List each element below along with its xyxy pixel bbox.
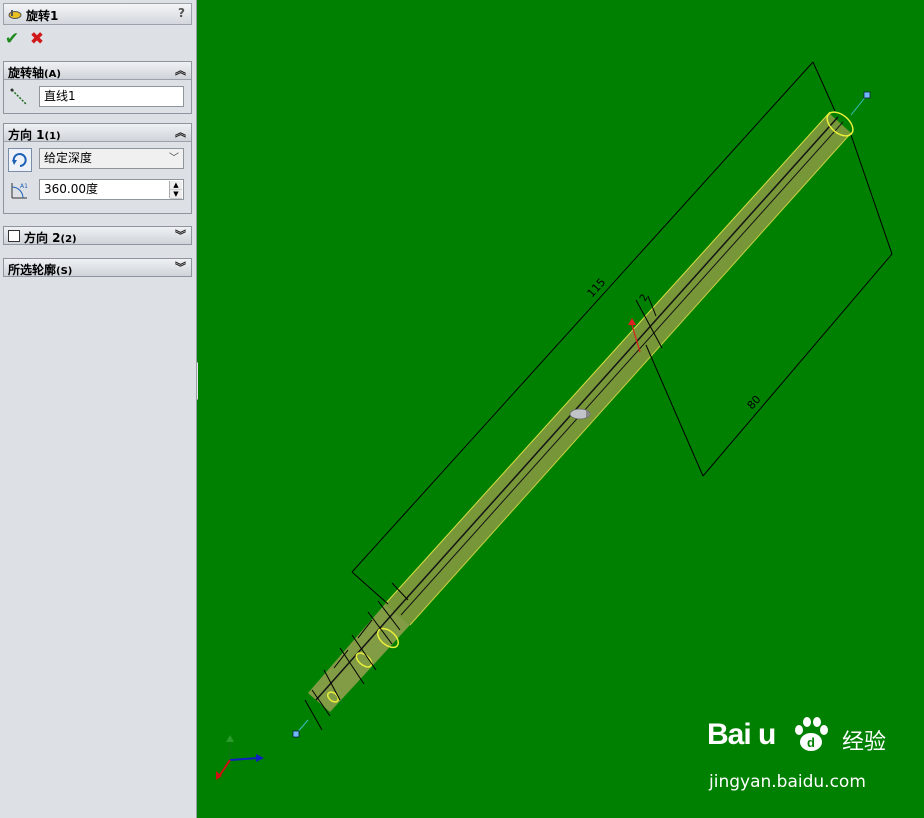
panel-title: 旋转1 <box>26 9 59 23</box>
direction2-checkbox[interactable] <box>8 230 20 242</box>
direction2-group: 方向 2(2) ︾ <box>3 226 192 245</box>
contours-group: 所选轮廓(S) ︾ <box>3 258 192 277</box>
angle-input[interactable]: 360.00度 ▲ ▼ <box>39 179 184 200</box>
direction2-group-header[interactable]: 方向 2(2) ︾ <box>4 227 191 245</box>
axis-group: 旋转轴(A) ︽ 直线1 <box>3 61 192 114</box>
end-condition-value: 给定深度 <box>44 151 93 165</box>
graphics-viewport[interactable]: 115 80 2 <box>198 0 924 818</box>
panel-titlebar: 旋转1 ? <box>3 3 192 25</box>
contours-group-header[interactable]: 所选轮廓(S) ︾ <box>4 259 191 277</box>
contours-group-shortcut: (S) <box>56 266 73 277</box>
axis-group-label: 旋转轴 <box>8 66 45 80</box>
direction1-group-header[interactable]: 方向 1(1) ︽ <box>4 124 191 142</box>
spin-up-icon[interactable]: ▲ <box>170 181 182 190</box>
angle-spinner[interactable]: ▲ ▼ <box>169 181 182 199</box>
axis-group-header[interactable]: 旋转轴(A) ︽ <box>4 62 191 80</box>
watermark: Bai u d 经验 jingyan.baidu.com <box>707 717 917 798</box>
reverse-direction-icon[interactable] <box>8 148 32 172</box>
expand-chevron-icon[interactable]: ︾ <box>175 227 186 243</box>
help-icon[interactable]: ? <box>178 6 185 20</box>
angle-icon: A1 <box>11 183 28 199</box>
direction2-group-label: 方向 2 <box>24 231 61 245</box>
chevron-down-icon: ﹀ <box>169 153 179 164</box>
expand-chevron-icon[interactable]: ︾ <box>175 259 186 275</box>
cancel-button[interactable]: ✖ <box>28 30 46 48</box>
watermark-sub: 经验 <box>842 730 887 755</box>
watermark-url: jingyan.baidu.com <box>709 772 866 792</box>
axis-group-shortcut: (A) <box>44 69 61 80</box>
svg-text:d: d <box>807 735 815 750</box>
svg-text:A1: A1 <box>20 183 28 190</box>
spin-down-icon[interactable]: ▼ <box>170 190 182 199</box>
angle-value: 360.00度 <box>44 182 98 196</box>
revolve-icon <box>8 10 22 19</box>
collapse-chevron-icon[interactable]: ︽ <box>175 62 186 78</box>
ok-button[interactable]: ✔ <box>3 30 21 48</box>
direction1-group-label: 方向 1 <box>8 128 45 142</box>
watermark-brand: Bai u <box>707 718 776 751</box>
end-condition-select[interactable]: 给定深度 ﹀ <box>39 148 184 169</box>
contours-group-label: 所选轮廓 <box>8 263 57 277</box>
axis-endpoint-handle[interactable] <box>863 91 871 99</box>
axis-line-icon <box>10 88 27 105</box>
direction1-group: 方向 1(1) ︽ 给定深度 ﹀ A1 360.00度 ▲ ▼ <box>3 123 192 214</box>
direction2-group-shortcut: (2) <box>60 234 77 245</box>
axis-selection-field[interactable]: 直线1 <box>39 86 184 107</box>
collapse-chevron-icon[interactable]: ︽ <box>175 124 186 140</box>
property-manager-panel: 旋转1 ? ✔ ✖ 旋转轴(A) ︽ 直线1 方向 1(1) ︽ 给定深度 ﹀ <box>0 0 197 818</box>
drag-handle-icon[interactable] <box>569 408 591 420</box>
axis-endpoint-handle[interactable] <box>292 730 300 738</box>
direction1-group-shortcut: (1) <box>44 131 61 142</box>
paw-logo-icon: d <box>795 717 828 751</box>
